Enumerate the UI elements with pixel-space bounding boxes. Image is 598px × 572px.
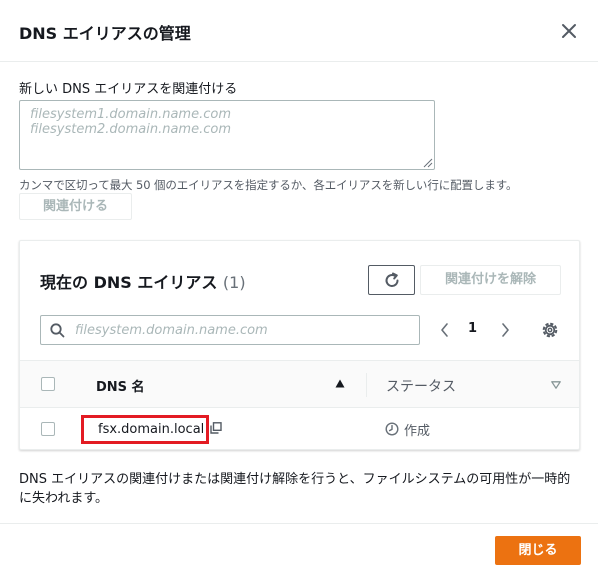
copy-icon[interactable] [210,422,222,434]
refresh-icon [385,272,399,287]
current-aliases-panel: 現在の DNS エイリアス (1) 関連付けを解除 1 [19,240,580,450]
dialog-header: DNS エイリアスの管理 [0,0,598,62]
current-page-number[interactable]: 1 [468,321,477,336]
dialog-title: DNS エイリアスの管理 [19,24,191,43]
search-box [40,315,420,345]
new-alias-label: 新しい DNS エイリアスを関連付ける [19,82,238,97]
dns-name-cell: fsx.domain.local [98,422,205,437]
associate-button[interactable]: 関連付ける [19,193,132,220]
table-row: fsx.domain.local 作成 [20,408,579,448]
manage-dns-aliases-dialog: DNS エイリアスの管理 新しい DNS エイリアスを関連付ける カンマで区切っ… [0,0,598,572]
new-alias-textarea[interactable] [19,100,435,170]
table-header: DNS 名 ステータス [20,360,579,408]
chevron-left-icon[interactable] [438,321,452,339]
clock-icon [385,422,399,436]
row-checkbox[interactable] [41,422,55,436]
dns-name-highlight: fsx.domain.local [81,415,209,444]
current-aliases-count: (1) [222,273,246,292]
gear-icon[interactable] [540,320,560,340]
select-all-checkbox[interactable] [41,377,55,391]
column-header-dns-name[interactable]: DNS 名 [96,376,145,395]
new-alias-hint: カンマで区切って最大 50 個のエイリアスを指定するか、各エイリアスを新しい行に… [19,178,518,192]
sort-ascending-icon[interactable] [335,379,345,388]
current-aliases-title: 現在の DNS エイリアス (1) [40,269,246,293]
disassociate-button[interactable]: 関連付けを解除 [420,265,561,295]
current-aliases-title-text: 現在の DNS エイリアス [40,273,218,292]
close-icon[interactable] [558,20,580,42]
sort-icon[interactable] [551,381,561,389]
refresh-button[interactable] [368,265,415,295]
dialog-footer: 閉じる [0,523,598,572]
status-cell: 作成 [404,424,431,439]
column-header-status[interactable]: ステータス [386,376,456,396]
chevron-right-icon[interactable] [498,321,512,339]
search-icon [50,323,65,338]
search-input[interactable] [75,320,405,340]
availability-notice: DNS エイリアスの関連付けまたは関連付け解除を行うと、ファイルシステムの可用性… [19,472,571,506]
close-button[interactable]: 閉じる [495,536,581,565]
column-divider[interactable] [366,373,367,397]
